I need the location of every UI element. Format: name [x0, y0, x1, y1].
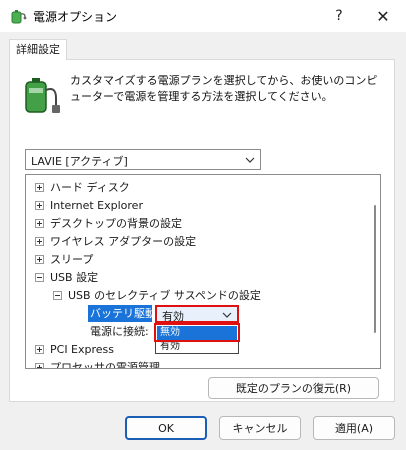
collapse-minus-icon[interactable]	[53, 290, 62, 300]
help-button[interactable]: ?	[316, 0, 362, 32]
on-battery-value: 有効	[162, 310, 184, 323]
highlight-box	[154, 323, 240, 342]
expand-plus-icon[interactable]	[35, 254, 44, 264]
expand-plus-icon[interactable]	[35, 182, 44, 192]
chevron-down-icon	[245, 155, 255, 165]
chevron-down-icon	[222, 310, 232, 320]
ok-button[interactable]: OK	[125, 416, 207, 440]
tree-item-label: 電源に接続:	[90, 325, 149, 338]
tree-item-label: プロセッサの電源管理	[50, 361, 160, 369]
tree-item-desktop-background[interactable]: デスクトップの背景の設定	[35, 214, 182, 232]
collapse-minus-icon[interactable]	[35, 272, 44, 282]
close-button[interactable]: ✕	[360, 0, 406, 32]
tree-item-hard-disk[interactable]: ハード ディスク	[35, 178, 130, 196]
tree-item-label: デスクトップの背景の設定	[50, 217, 182, 230]
tree-item-wireless-adapter[interactable]: ワイヤレス アダプターの設定	[35, 232, 196, 250]
on-battery-label[interactable]: バッテリ駆動:	[88, 305, 160, 322]
power-options-icon	[9, 7, 27, 25]
tree-item-label: ワイヤレス アダプターの設定	[50, 235, 197, 248]
expand-plus-icon[interactable]	[35, 344, 44, 354]
window-title: 電源オプション	[33, 10, 118, 24]
on-battery-value-select[interactable]: 有効	[155, 305, 239, 323]
expand-plus-icon[interactable]	[35, 218, 44, 228]
tree-item-label: USB 設定	[50, 271, 99, 284]
tree-item-sleep[interactable]: スリープ	[35, 250, 93, 268]
tree-item-plugged-in[interactable]: 電源に接続:	[90, 322, 149, 340]
tree-scrollbar[interactable]	[368, 175, 380, 368]
apply-button[interactable]: 適用(A)	[313, 416, 395, 440]
plan-select[interactable]: LAVIE [アクティブ]	[25, 149, 261, 170]
tree-item-internet-explorer[interactable]: Internet Explorer	[35, 196, 143, 214]
tree-item-pci-express[interactable]: PCI Express	[35, 340, 114, 358]
tree-item-usb-selective-suspend[interactable]: USB のセレクティブ サスペンドの設定	[53, 286, 261, 304]
tree-item-usb-settings[interactable]: USB 設定	[35, 268, 98, 286]
description-text: カスタマイズする電源プランを選択してから、お使いのコンピューターで電源を管理する…	[70, 74, 378, 103]
tree-item-label: Internet Explorer	[50, 198, 143, 212]
tree-item-label: PCI Express	[50, 342, 115, 356]
cancel-button[interactable]: キャンセル	[219, 416, 301, 440]
tree-item-label: ハード ディスク	[50, 181, 130, 194]
tree-item-processor-power[interactable]: プロセッサの電源管理	[35, 358, 160, 369]
tree-item-label: スリープ	[50, 253, 94, 266]
tree-item-label: USB のセレクティブ サスペンドの設定	[68, 289, 261, 302]
restore-defaults-button[interactable]: 既定のプランの復元(R)	[208, 377, 379, 399]
battery-plug-icon	[22, 72, 60, 116]
expand-plus-icon[interactable]	[35, 362, 44, 368]
expand-plus-icon[interactable]	[35, 236, 44, 246]
scroll-thumb[interactable]	[374, 205, 376, 333]
expand-plus-icon[interactable]	[35, 200, 44, 210]
plan-select-value: LAVIE [アクティブ]	[31, 155, 128, 168]
tab-advanced-settings[interactable]: 詳細設定	[9, 39, 67, 60]
